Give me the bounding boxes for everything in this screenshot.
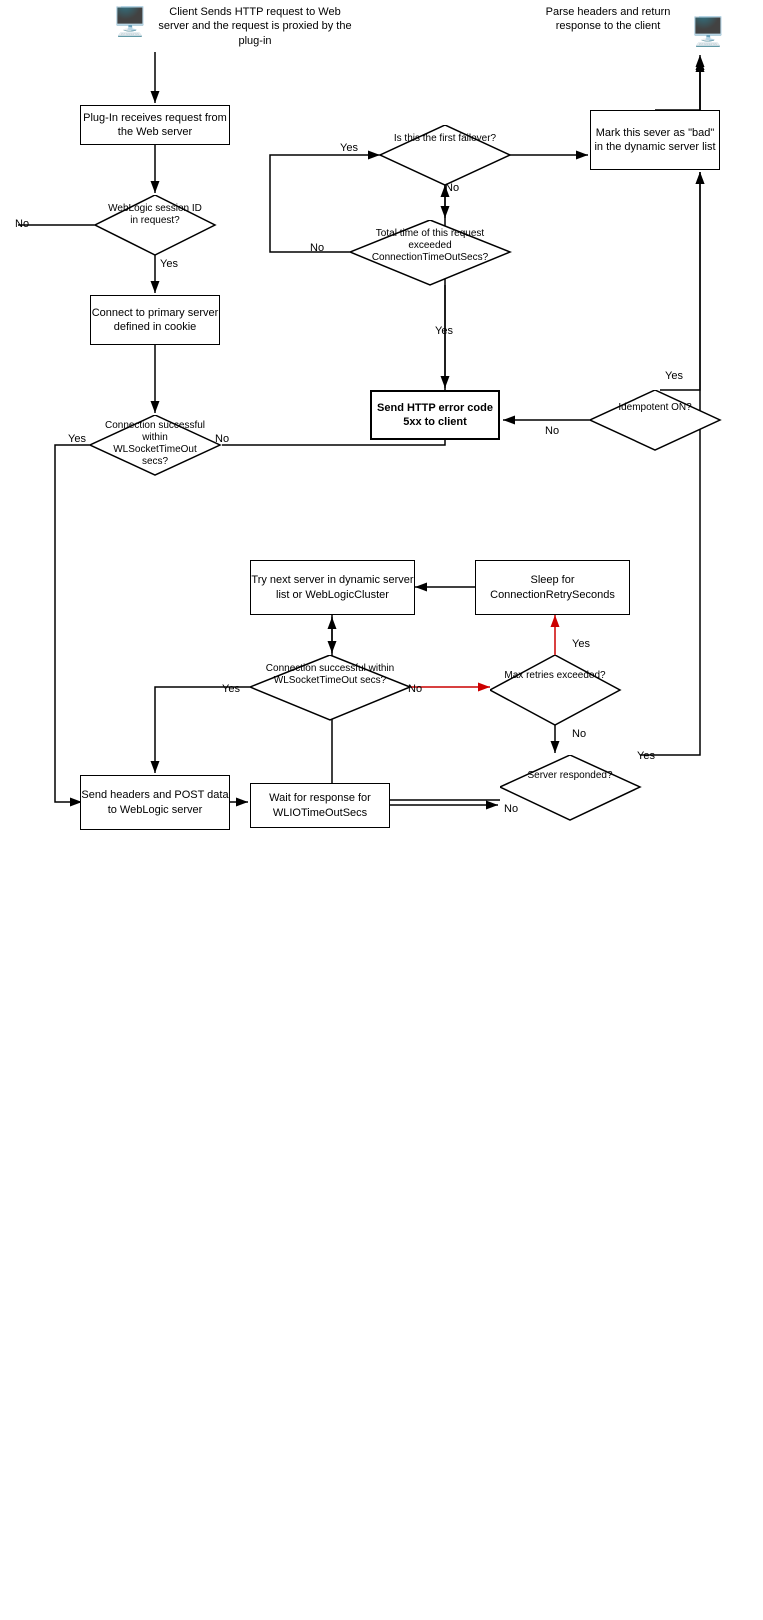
try-next-box: Try next server in dynamic server list o…	[250, 560, 415, 615]
send-headers-box: Send headers and POST data to WebLogic s…	[80, 775, 230, 830]
plugin-receives-box: Plug-In receives request from the Web se…	[80, 105, 230, 145]
yes-label-totaltime: Yes	[435, 325, 453, 337]
sleep-box: Sleep for ConnectionRetrySeconds	[475, 560, 630, 615]
client-computer-icon: 🖥️	[105, 5, 155, 50]
total-time-diamond: Total time of this request exceeded Conn…	[350, 220, 510, 285]
max-retries-diamond: Max retries exceeded?	[490, 655, 620, 725]
flowchart-diagram: 🖥️ Client Sends HTTP request to Web serv…	[0, 0, 763, 865]
yes-label-idempotent: Yes	[665, 370, 683, 382]
no-label-maxretries: No	[572, 728, 586, 740]
server-responded-diamond: Server responded?	[500, 755, 640, 820]
parse-headers-label: Parse headers and return response to the…	[533, 5, 683, 34]
max-retries-label: Max retries exceeded?	[500, 670, 610, 682]
connect-primary-box: Connect to primary server defined in coo…	[90, 295, 220, 345]
first-failover-diamond: Is this the first failover?	[380, 125, 510, 185]
send-http-error-box: Send HTTP error code 5xx to client	[370, 390, 500, 440]
no-label-firstfailover: No	[445, 182, 459, 194]
no-label-conn1: No	[215, 433, 229, 445]
client-sends-label: Client Sends HTTP request to Web server …	[155, 5, 355, 48]
server-computer-icon: 🖥️	[683, 15, 733, 60]
yes-label-weblogic: Yes	[160, 258, 178, 270]
connection-success1-diamond: Connection successful within WLSocketTim…	[90, 415, 220, 475]
weblogic-session-label: WebLogic session ID in request?	[105, 203, 205, 227]
yes-label-firstfailover: Yes	[340, 142, 358, 154]
connection-success1-label: Connection successful within WLSocketTim…	[100, 420, 210, 468]
no-label-conn2: No	[408, 683, 422, 695]
no-label-serverresponded: No	[504, 803, 518, 815]
connection-success2-label: Connection successful within WLSocketTim…	[262, 663, 398, 687]
weblogic-session-diamond: WebLogic session ID in request?	[95, 195, 215, 255]
mark-bad-box: Mark this sever as "bad" in the dynamic …	[590, 110, 720, 170]
first-failover-label: Is this the first failover?	[390, 133, 500, 145]
yes-label-conn2: Yes	[222, 683, 240, 695]
wait-response-box: Wait for response for WLIOTimeOutSecs	[250, 783, 390, 828]
yes-label-maxretries: Yes	[572, 638, 590, 650]
no-label-idempotent: No	[545, 425, 559, 437]
no-label-weblogic: No	[15, 218, 29, 230]
no-label-totaltime: No	[310, 242, 324, 254]
yes-label-serverresponded: Yes	[637, 750, 655, 762]
idempotent-label: Idempotent ON?	[600, 402, 710, 414]
total-time-label: Total time of this request exceeded Conn…	[365, 228, 495, 264]
server-responded-label: Server responded?	[510, 770, 630, 782]
connection-success2-diamond: Connection successful within WLSocketTim…	[250, 655, 410, 720]
idempotent-diamond: Idempotent ON?	[590, 390, 720, 450]
yes-label-conn1: Yes	[68, 433, 86, 445]
